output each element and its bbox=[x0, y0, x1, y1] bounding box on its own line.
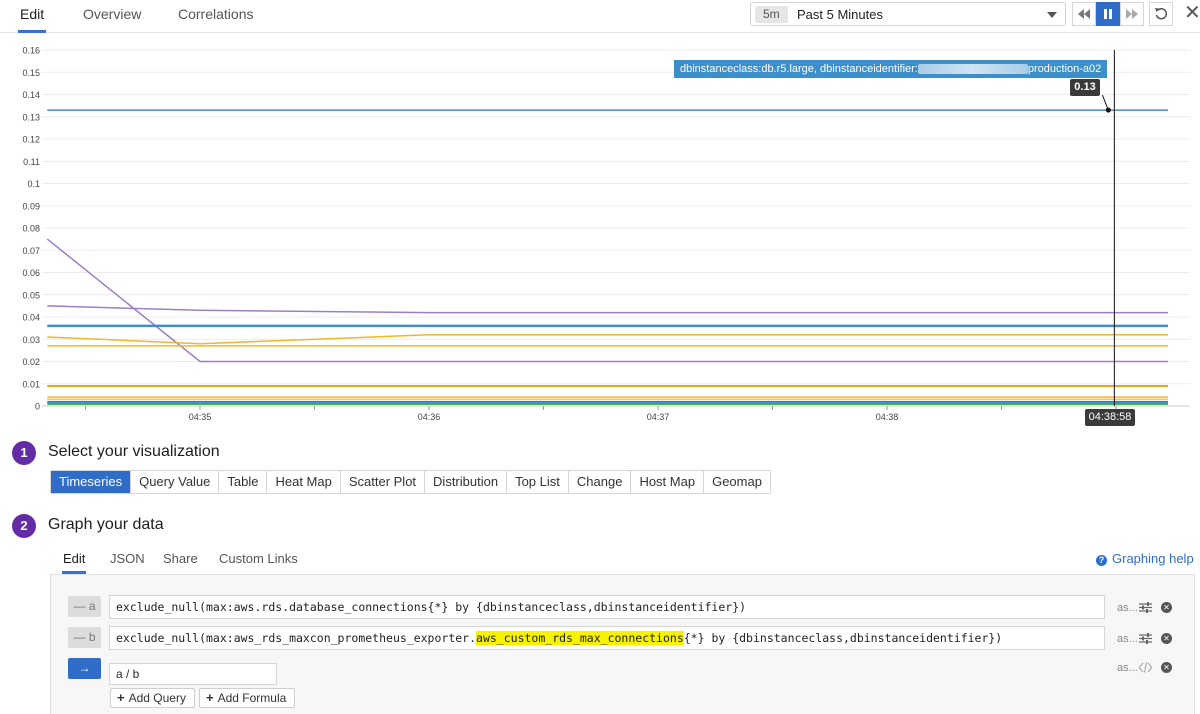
y-tick-label: 0.05 bbox=[22, 290, 40, 300]
pause-button[interactable] bbox=[1096, 2, 1120, 26]
y-tick-label: 0.1 bbox=[27, 179, 40, 189]
cursor-time-label: 04:38:58 bbox=[1085, 409, 1135, 426]
top-bar: Edit Overview Correlations 5m Past 5 Min… bbox=[0, 0, 1200, 33]
x-tick-label: 04:38 bbox=[876, 412, 899, 422]
series-line-3 bbox=[47, 305, 1168, 314]
tab-graph-custom-links[interactable]: Custom Links bbox=[219, 551, 298, 566]
query-text: exclude_null(max:aws.rds.database_connec… bbox=[116, 600, 747, 614]
code-icon[interactable] bbox=[1139, 662, 1152, 673]
timeseries-chart[interactable]: 0 0.01 0.02 0.03 0.04 0.05 0.06 0.07 0.08 0.09 0.1… bbox=[0, 36, 1200, 436]
y-tick-label: 0.16 bbox=[22, 46, 40, 56]
time-range-selector[interactable]: 5m Past 5 Minutes bbox=[750, 2, 1066, 26]
remove-query-icon[interactable]: ✕ bbox=[1161, 633, 1172, 644]
settings-sliders-icon[interactable] bbox=[1139, 633, 1152, 644]
tab-graph-json[interactable]: JSON bbox=[110, 551, 145, 566]
query-letter-b[interactable]: — b bbox=[68, 627, 101, 648]
y-tick-label: 0.04 bbox=[22, 313, 40, 323]
plus-icon: + bbox=[206, 690, 214, 705]
help-icon: ? bbox=[1096, 555, 1107, 566]
add-query-button[interactable]: + Add Query bbox=[110, 688, 195, 708]
viz-timeseries[interactable]: Timeseries bbox=[51, 471, 132, 493]
viz-distribution[interactable]: Distribution bbox=[425, 471, 508, 493]
fast-forward-button[interactable] bbox=[1120, 2, 1144, 26]
formula-toggle[interactable]: → bbox=[68, 658, 101, 679]
query-input-b[interactable]: exclude_null(max:aws_rds_maxcon_promethe… bbox=[109, 626, 1105, 650]
y-axis-ticks: 0 0.01 0.02 0.03 0.04 0.05 0.06 0.07 0.08 0.09 0.1… bbox=[22, 46, 40, 412]
y-tick-label: 0.01 bbox=[22, 379, 40, 389]
step-title-visualization: Select your visualization bbox=[48, 443, 220, 460]
query-text-end: {*} by {dbinstanceclass,dbinstanceidenti… bbox=[683, 631, 1003, 645]
viz-table[interactable]: Table bbox=[219, 471, 268, 493]
viz-geomap[interactable]: Geomap bbox=[704, 471, 770, 493]
time-range-badge: 5m bbox=[755, 6, 788, 23]
close-icon[interactable]: ✕ bbox=[1184, 3, 1200, 23]
tooltip-value: 0.13 bbox=[1070, 79, 1100, 96]
tooltip-series-suffix: production-a02 bbox=[1027, 63, 1102, 75]
y-tick-label: 0.09 bbox=[22, 201, 40, 211]
x-axis-ticks: 04:35 04:36 04:37 04:38 bbox=[85, 406, 1117, 422]
viz-host-map[interactable]: Host Map bbox=[631, 471, 705, 493]
reset-button[interactable] bbox=[1149, 2, 1173, 26]
viz-change[interactable]: Change bbox=[568, 471, 632, 493]
pause-icon bbox=[1104, 9, 1112, 19]
settings-sliders-icon[interactable] bbox=[1139, 602, 1152, 613]
viz-top-list[interactable]: Top List bbox=[507, 471, 569, 493]
time-range-label: Past 5 Minutes bbox=[797, 7, 883, 22]
x-tick-label: 04:36 bbox=[418, 412, 441, 422]
query-input-a[interactable]: exclude_null(max:aws.rds.database_connec… bbox=[109, 595, 1105, 619]
query-letter-a[interactable]: — a bbox=[68, 596, 101, 617]
tab-edit[interactable]: Edit bbox=[17, 0, 47, 33]
tab-correlations[interactable]: Correlations bbox=[178, 0, 253, 33]
query-highlight: aws_custom_rds_max_connections bbox=[476, 631, 684, 645]
y-tick-label: 0.14 bbox=[22, 90, 40, 100]
y-tick-label: 0.03 bbox=[22, 335, 40, 345]
formula-alias[interactable]: as... bbox=[1117, 662, 1138, 674]
add-formula-button[interactable]: + Add Formula bbox=[199, 688, 296, 708]
y-tick-label: 0.13 bbox=[22, 112, 40, 122]
query-alias-b[interactable]: as... bbox=[1117, 633, 1138, 645]
fast-forward-icon bbox=[1126, 9, 1138, 19]
viz-heat-map[interactable]: Heat Map bbox=[267, 471, 341, 493]
add-formula-label: Add Formula bbox=[217, 691, 287, 705]
viz-query-value[interactable]: Query Value bbox=[131, 471, 220, 493]
graphing-help-label: Graphing help bbox=[1112, 551, 1194, 566]
rewind-button[interactable] bbox=[1072, 2, 1096, 26]
step-number-2: 2 bbox=[12, 514, 36, 538]
step-title-graph: Graph your data bbox=[48, 516, 164, 533]
y-tick-label: 0.08 bbox=[22, 224, 40, 234]
tab-graph-share[interactable]: Share bbox=[163, 551, 198, 566]
redacted-text bbox=[917, 64, 1028, 75]
query-text-start: exclude_null(max:aws_rds_maxcon_promethe… bbox=[116, 631, 477, 645]
chart-gridlines bbox=[42, 49, 1190, 407]
viz-scatter-plot[interactable]: Scatter Plot bbox=[340, 471, 426, 493]
remove-query-icon[interactable]: ✕ bbox=[1161, 602, 1172, 613]
tab-graph-edit[interactable]: Edit bbox=[61, 551, 87, 574]
y-tick-label: 0.02 bbox=[22, 357, 40, 367]
formula-input[interactable]: a / b bbox=[109, 663, 277, 685]
formula-text: a / b bbox=[116, 667, 140, 681]
chart-series bbox=[46, 109, 1168, 405]
hover-point bbox=[1105, 107, 1111, 113]
y-tick-label: 0.11 bbox=[23, 157, 40, 167]
series-tooltip: dbinstanceclass:db.r5.large, dbinstancei… bbox=[674, 60, 1108, 78]
y-tick-label: 0.15 bbox=[22, 68, 40, 78]
tooltip-series-prefix: dbinstanceclass:db.r5.large, dbinstancei… bbox=[680, 63, 918, 75]
x-tick-label: 04:37 bbox=[647, 412, 670, 422]
graphing-help-link[interactable]: ? Graphing help bbox=[1096, 551, 1194, 566]
step-number-1: 1 bbox=[12, 441, 36, 465]
remove-formula-icon[interactable]: ✕ bbox=[1161, 662, 1172, 673]
query-alias-a[interactable]: as... bbox=[1117, 602, 1138, 614]
x-tick-label: 04:35 bbox=[189, 412, 212, 422]
rewind-icon bbox=[1078, 9, 1090, 19]
chevron-down-icon bbox=[1047, 12, 1057, 18]
y-tick-label: 0.07 bbox=[22, 246, 40, 256]
tab-overview[interactable]: Overview bbox=[83, 0, 141, 33]
y-tick-label: 0.12 bbox=[22, 135, 40, 145]
reset-icon bbox=[1155, 8, 1168, 20]
y-tick-label: 0 bbox=[35, 402, 40, 412]
add-query-label: Add Query bbox=[128, 691, 186, 705]
y-tick-label: 0.06 bbox=[22, 268, 40, 278]
visualization-selector: Timeseries Query Value Table Heat Map Sc… bbox=[50, 470, 771, 494]
plus-icon: + bbox=[117, 690, 125, 705]
